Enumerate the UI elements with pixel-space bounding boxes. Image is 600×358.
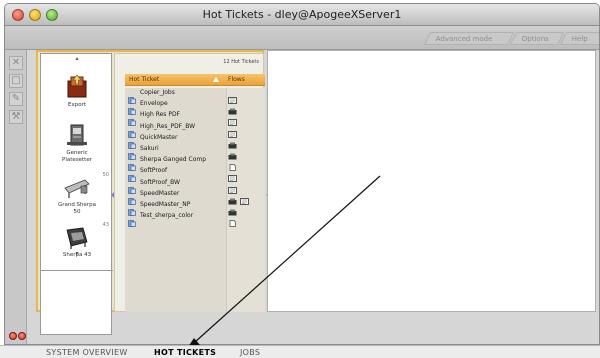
annotation-arrow	[186, 175, 381, 350]
tab-jobs[interactable]: JOBS	[240, 348, 260, 357]
bottom-tab-bar: SYSTEM OVERVIEW HOT TICKETS JOBS	[0, 345, 600, 358]
tab-system-overview[interactable]: SYSTEM OVERVIEW	[46, 348, 128, 357]
tab-hot-tickets[interactable]: HOT TICKETS	[154, 348, 216, 357]
